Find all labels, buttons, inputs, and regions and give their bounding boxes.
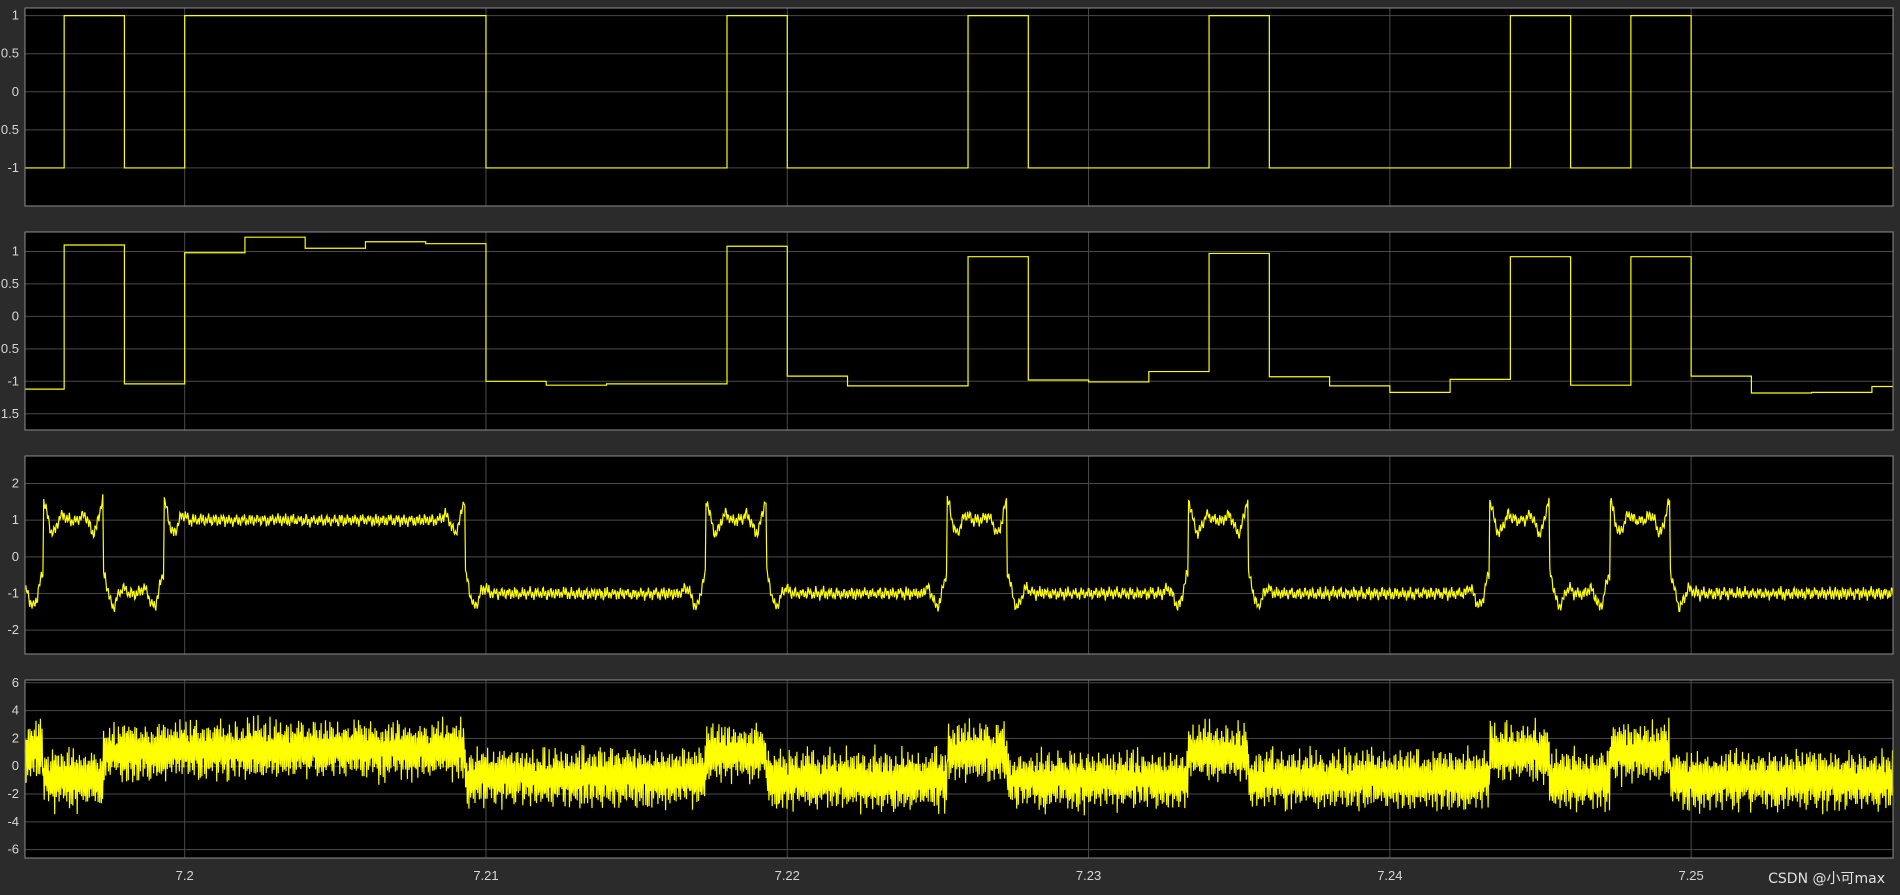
scope-panels: -10.500.511.5-10.500.51-2-10127.2 7.21 7.2… — [1, 7, 1894, 883]
y-tick-label: 2 — [12, 476, 19, 491]
scope-panel-3: -2 -1 0 1 2 — [7, 455, 1894, 655]
y-tick-label: 0.5 — [1, 46, 19, 61]
y-tick-label: -4 — [7, 814, 19, 829]
scope-panel-1: -1 0.5 0 0.5 1 — [1, 7, 1894, 207]
plot-area — [25, 456, 1893, 654]
y-tick-label: 0 — [12, 758, 19, 773]
y-tick-label: 1 — [12, 243, 19, 258]
scope-panel-4: 7.2 7.21 7.22 7.23 7.24 7.25 -6 -4 -2 0 2 4 6 — [7, 675, 1894, 883]
y-tick-label: 6 — [12, 675, 19, 690]
y-tick-label: -2 — [7, 786, 19, 801]
x-tick-label: 7.22 — [775, 868, 800, 883]
scope-panel-2: 1.5 -1 0.5 0 0.5 1 — [1, 231, 1894, 431]
y-tick-label: 1 — [12, 8, 19, 23]
x-tick-label: 7.25 — [1678, 868, 1703, 883]
y-tick-label: 0 — [12, 84, 19, 99]
y-tick-label: 0 — [12, 549, 19, 564]
plot-area — [25, 8, 1893, 206]
x-tick-label: 7.21 — [473, 868, 498, 883]
x-tick-label: 7.2 — [176, 868, 194, 883]
y-tick-label: -1 — [7, 160, 19, 175]
y-tick-label: 1.5 — [1, 406, 19, 421]
y-tick-label: 0 — [12, 308, 19, 323]
watermark: CSDN @小可max — [1768, 871, 1885, 887]
plot-area — [25, 232, 1893, 430]
y-tick-label: 0.5 — [1, 276, 19, 291]
y-tick-label: 4 — [12, 703, 19, 718]
y-tick-label: 2 — [12, 730, 19, 745]
y-tick-label: -2 — [7, 622, 19, 637]
y-tick-label: -1 — [7, 586, 19, 601]
x-tick-label: 7.24 — [1377, 868, 1402, 883]
y-tick-label: -6 — [7, 842, 19, 857]
x-tick-label: 7.23 — [1076, 868, 1101, 883]
y-tick-label: 0.5 — [1, 341, 19, 356]
scope-figure: -10.500.511.5-10.500.51-2-10127.2 7.21 7.2… — [1, 7, 1894, 887]
y-tick-label: 0.5 — [1, 122, 19, 137]
y-tick-label: -1 — [7, 373, 19, 388]
y-tick-label: 1 — [12, 512, 19, 527]
